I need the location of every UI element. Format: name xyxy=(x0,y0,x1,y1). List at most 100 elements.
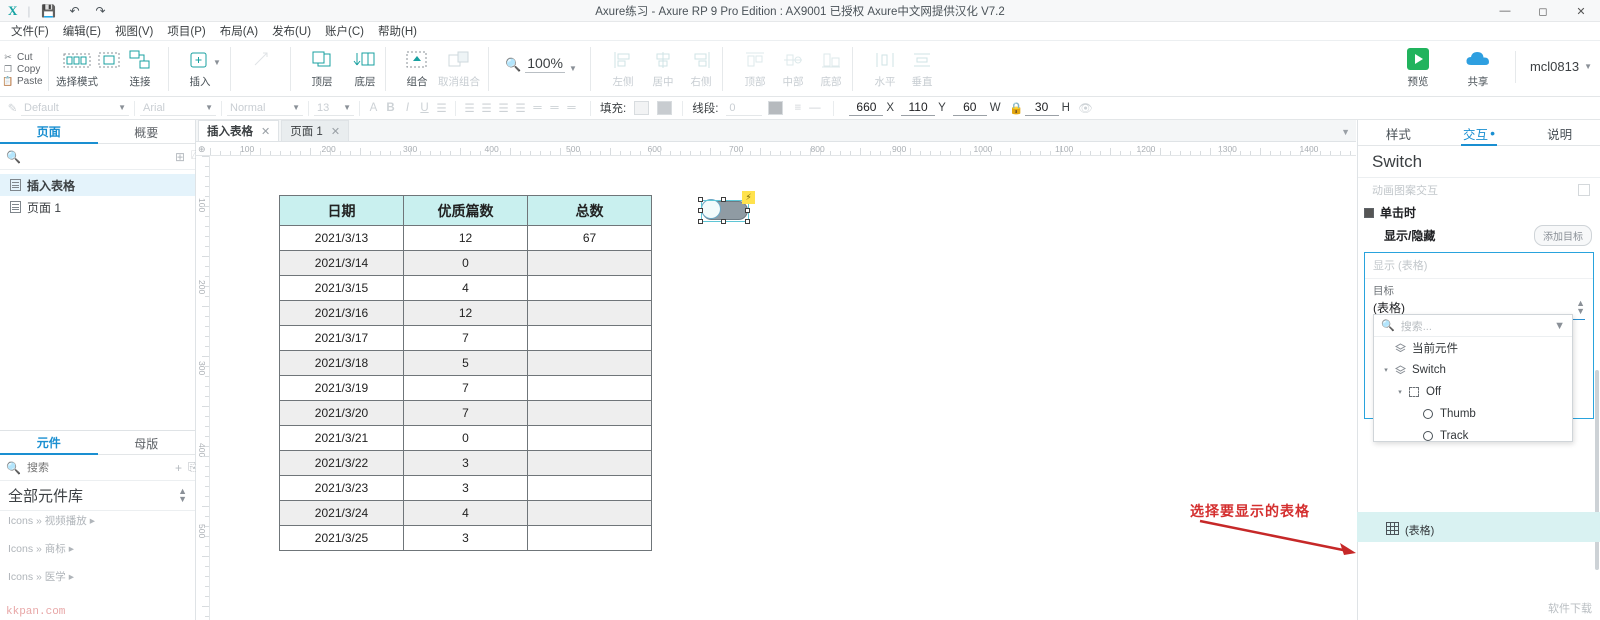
library-select[interactable]: 全部元件库 ▲ ▼ xyxy=(0,481,195,511)
add-library-icon[interactable]: + xyxy=(175,461,182,475)
insert-dropdown-caret-icon[interactable]: ▼ xyxy=(213,58,221,67)
share-button[interactable]: 共享 xyxy=(1455,44,1501,89)
underline-icon[interactable]: U xyxy=(416,100,433,116)
maximize-button[interactable]: ◻ xyxy=(1524,0,1562,22)
table-row[interactable]: 2021/3/15 4 xyxy=(279,275,652,301)
tab-masters[interactable]: 母版 xyxy=(98,431,196,455)
align-right-button[interactable]: 右侧 xyxy=(676,45,726,93)
fill-swatch[interactable] xyxy=(657,101,673,115)
dropdown-item[interactable]: 当前元件 xyxy=(1374,337,1572,359)
resize-handle[interactable] xyxy=(745,208,750,213)
library-item[interactable]: Icons » 医学 ▸ xyxy=(0,567,195,585)
page-node-page1[interactable]: 页面 1 xyxy=(0,196,195,218)
font-size-select[interactable]: 13 ▼ xyxy=(314,100,354,116)
tab-notes[interactable]: 说明 xyxy=(1519,120,1600,146)
tab-style[interactable]: 样式 xyxy=(1358,120,1439,146)
cut-button[interactable]: ✂ Cut xyxy=(3,52,46,63)
connect-button[interactable]: 连接 xyxy=(115,45,165,93)
collapse-icon[interactable] xyxy=(1364,207,1374,218)
align-bottom-button[interactable]: 底部 xyxy=(806,45,856,93)
table-row[interactable]: 2021/3/21 0 xyxy=(279,425,652,451)
w-input[interactable]: 60 xyxy=(952,100,987,116)
chevron-down-icon[interactable]: ▾ xyxy=(1394,388,1406,396)
page-node-insert-table[interactable]: 插入表格 xyxy=(0,174,195,196)
font-family-select[interactable]: Arial ▼ xyxy=(140,100,216,116)
format-painter-icon[interactable]: ✎ xyxy=(4,100,21,116)
table-row[interactable]: 2021/3/23 3 xyxy=(279,475,652,501)
table-row[interactable]: 2021/3/22 3 xyxy=(279,450,652,476)
tab-interactions[interactable]: 交互 • xyxy=(1439,120,1520,146)
align-left-text-icon[interactable]: ☰ xyxy=(461,100,478,116)
distribute-v-button[interactable]: 垂直 xyxy=(897,45,947,93)
table-row[interactable]: 2021/3/19 7 xyxy=(279,375,652,401)
table-row[interactable]: 2021/3/14 0 xyxy=(279,250,652,276)
ungroup-button[interactable]: 取消组合 xyxy=(434,45,484,93)
canvas-tab-page1[interactable]: 页面 1 ✕ xyxy=(281,120,350,141)
menu-view[interactable]: 视图(V) xyxy=(108,21,160,41)
animation-toggle[interactable] xyxy=(1578,184,1590,196)
align-justify-text-icon[interactable]: ☰ xyxy=(512,100,529,116)
resize-handle[interactable] xyxy=(698,197,703,202)
add-target-button[interactable]: 添加目标 xyxy=(1534,225,1592,246)
line-arrow-icon[interactable]: — xyxy=(806,100,823,116)
library-search-input[interactable] xyxy=(26,461,169,474)
table-row[interactable]: 2021/3/24 4 xyxy=(279,500,652,526)
pages-search-input[interactable] xyxy=(26,150,169,163)
valign-bottom-icon[interactable]: ═ xyxy=(563,100,580,116)
line-width-input[interactable]: 0 xyxy=(726,100,763,116)
paste-button[interactable]: 📋 Paste xyxy=(2,76,46,87)
table-row[interactable]: 2021/3/18 5 xyxy=(279,350,652,376)
line-color-swatch[interactable] xyxy=(768,101,784,115)
event-row-click[interactable]: 单击时 xyxy=(1358,202,1600,223)
tab-widgets[interactable]: 元件 xyxy=(0,431,98,455)
font-color-icon[interactable]: A xyxy=(365,100,382,116)
switch-widget[interactable]: ⚡ xyxy=(698,191,755,224)
dropdown-item[interactable]: ▾ Off xyxy=(1374,381,1572,403)
chevron-down-icon[interactable]: ▼ xyxy=(569,64,577,73)
menu-layout[interactable]: 布局(A) xyxy=(213,21,265,41)
dropdown-search-placeholder[interactable]: 搜索... xyxy=(1401,318,1548,334)
list-icon[interactable]: ☰ xyxy=(433,100,450,116)
resize-handle[interactable] xyxy=(721,197,726,202)
lock-aspect-icon[interactable]: 🔒 xyxy=(1008,100,1025,116)
visibility-icon[interactable]: 👁 xyxy=(1077,100,1094,116)
resize-handle[interactable] xyxy=(745,219,750,224)
font-weight-select[interactable]: Normal ▼ xyxy=(227,100,303,116)
dropdown-selected-target[interactable]: (表格) xyxy=(1386,522,1434,538)
interaction-badge-icon[interactable]: ⚡ xyxy=(742,191,755,204)
y-input[interactable]: 110 xyxy=(901,100,936,116)
close-button[interactable]: ✕ xyxy=(1562,0,1600,22)
valign-middle-icon[interactable]: ═ xyxy=(546,100,563,116)
dropdown-item[interactable]: ▾ Switch xyxy=(1374,359,1572,381)
send-back-button[interactable]: 底层 xyxy=(340,45,390,93)
line-style-icon[interactable]: ≡ xyxy=(789,100,806,116)
table-row[interactable]: 2021/3/17 7 xyxy=(279,325,652,351)
resize-handle[interactable] xyxy=(698,208,703,213)
dropdown-item[interactable]: Track xyxy=(1374,425,1572,441)
library-item[interactable]: Icons » 商标 ▸ xyxy=(0,539,195,557)
target-dropdown[interactable]: 🔍 搜索... ▼ 当前元件 ▾ Switch ▾ Off Thumb Track xyxy=(1373,314,1573,442)
bold-icon[interactable]: B xyxy=(382,100,399,116)
valign-top-icon[interactable]: ═ xyxy=(529,100,546,116)
align-right-text-icon[interactable]: ☰ xyxy=(495,100,512,116)
menu-edit[interactable]: 编辑(E) xyxy=(56,21,108,41)
stepper-icon[interactable]: ▲ ▼ xyxy=(1576,299,1585,315)
menu-publish[interactable]: 发布(U) xyxy=(265,21,318,41)
fill-swatch-none[interactable] xyxy=(634,101,650,115)
style-select[interactable]: Default ▼ xyxy=(21,100,129,116)
chevron-down-icon[interactable]: ▾ xyxy=(1380,366,1392,374)
design-canvas[interactable]: 日期 优质篇数 总数 2021/3/13 12 67 2021/3/14 0 2021/3… xyxy=(210,156,1356,620)
h-input[interactable]: 30 xyxy=(1024,100,1059,116)
tab-pages[interactable]: 页面 xyxy=(0,120,98,144)
action-row-show-hide[interactable]: 显示/隐藏 添加目标 xyxy=(1358,223,1600,250)
zoom-control[interactable]: 🔍 100% ▼ xyxy=(505,55,577,73)
zoom-value[interactable]: 100% xyxy=(525,55,565,73)
filter-icon[interactable]: ▼ xyxy=(1554,320,1565,332)
menu-project[interactable]: 项目(P) xyxy=(160,21,212,41)
data-table[interactable]: 日期 优质篇数 总数 2021/3/13 12 67 2021/3/14 0 2021/3… xyxy=(279,195,652,551)
account-menu[interactable]: mcl0813 ▼ xyxy=(1514,50,1592,83)
italic-icon[interactable]: I xyxy=(399,100,416,116)
table-row[interactable]: 2021/3/16 12 xyxy=(279,300,652,326)
align-center-text-icon[interactable]: ☰ xyxy=(478,100,495,116)
menu-file[interactable]: 文件(F) xyxy=(4,21,56,41)
